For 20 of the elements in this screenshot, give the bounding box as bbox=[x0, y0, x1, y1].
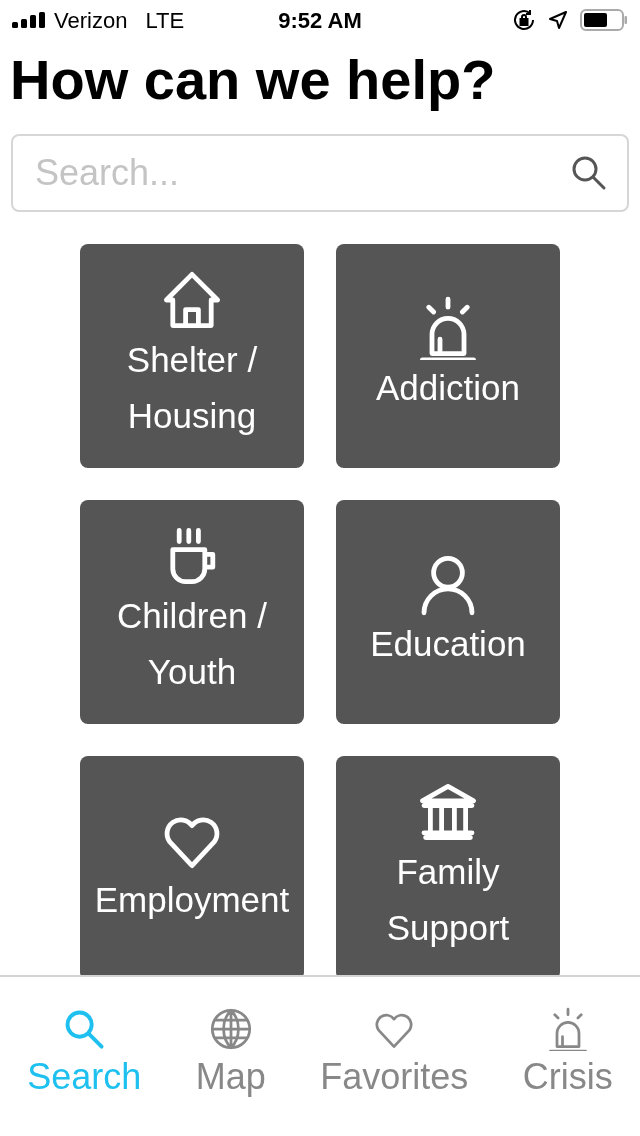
search-icon bbox=[571, 155, 607, 191]
tab-button[interactable]: Crisis bbox=[522, 1007, 613, 1099]
rotation-lock-icon bbox=[512, 8, 536, 32]
category-button[interactable]: Employment bbox=[80, 756, 304, 975]
network-type: LTE bbox=[145, 6, 185, 35]
battery-icon bbox=[580, 9, 628, 31]
status-time: 9:52 AM bbox=[278, 6, 362, 35]
location-icon bbox=[548, 10, 568, 30]
page-title: How can we help? bbox=[9, 48, 497, 112]
category-button[interactable]: Family Support bbox=[336, 756, 560, 975]
signal-icon bbox=[12, 12, 46, 28]
tab-button[interactable]: Favorites bbox=[320, 1007, 469, 1099]
globe-icon bbox=[208, 1007, 253, 1051]
tab-button[interactable]: Map bbox=[195, 1007, 266, 1099]
category-button[interactable]: Shelter / Housing bbox=[80, 244, 304, 468]
search-field[interactable]: Search... bbox=[11, 134, 629, 212]
category-button[interactable]: Education bbox=[336, 500, 560, 724]
carrier-name: Verizon bbox=[54, 6, 128, 35]
category-button[interactable]: Children / Youth bbox=[80, 500, 304, 724]
category-button[interactable]: Addiction bbox=[336, 244, 560, 468]
